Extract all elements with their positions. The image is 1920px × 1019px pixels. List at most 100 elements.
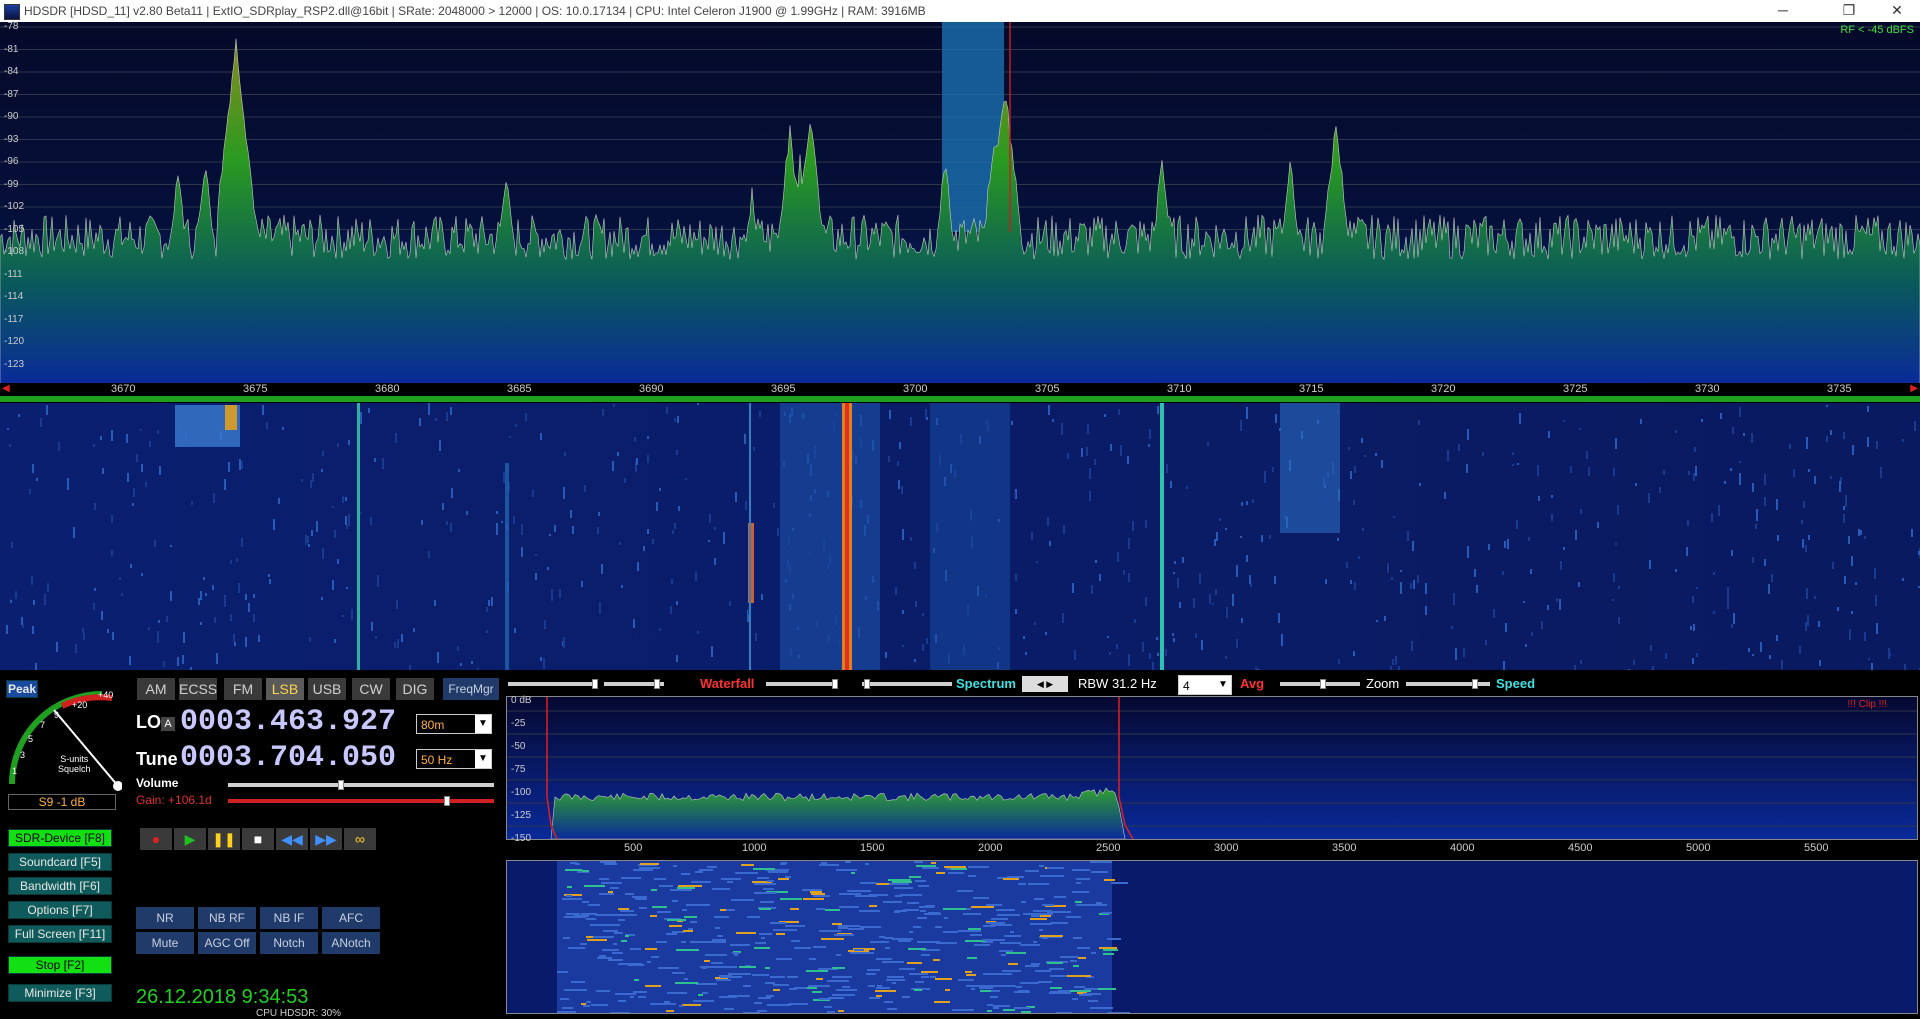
full-screen-button[interactable]: Full Screen [F11] bbox=[8, 925, 112, 943]
waterfall-slider-1[interactable] bbox=[508, 679, 598, 689]
mode-ecss[interactable]: ECSS bbox=[179, 678, 217, 700]
mode-cw[interactable]: CW bbox=[352, 678, 390, 700]
db-tick-label: -87 bbox=[4, 88, 19, 100]
freqmgr-button[interactable]: FreqMgr bbox=[443, 678, 499, 700]
rewind-icon[interactable]: ◀◀ bbox=[276, 828, 308, 850]
meter-tick: 7 bbox=[40, 720, 46, 730]
step-select[interactable]: 50 Hz ▼ bbox=[416, 749, 492, 769]
chevron-down-icon[interactable]: ▼ bbox=[475, 750, 491, 768]
spectrum-slider-1[interactable] bbox=[766, 679, 838, 689]
notch-button[interactable]: Notch bbox=[260, 932, 318, 954]
spectrum-arrows-icon[interactable]: ◀ ▶ bbox=[1022, 676, 1068, 692]
sdr-device-button[interactable]: SDR-Device [F8] bbox=[8, 829, 112, 847]
mode-fm[interactable]: FM bbox=[224, 678, 262, 700]
slider-knob[interactable] bbox=[864, 679, 870, 689]
band-select-value: 80m bbox=[421, 718, 445, 732]
zoom-slider[interactable] bbox=[1280, 679, 1360, 689]
db-tick-label: -84 bbox=[4, 66, 19, 77]
gain-knob[interactable] bbox=[444, 796, 450, 806]
audio-hz-tick: 5500 bbox=[1804, 842, 1829, 854]
bandwidth-button[interactable]: Bandwidth [F6] bbox=[8, 877, 112, 895]
db-tick-label: -105 bbox=[4, 223, 25, 235]
gain-label: Gain: +106.1d bbox=[136, 793, 212, 807]
rf-spectrum[interactable]: -78 -81 -84 -87 -90 -93 -96 -99 -102 -105 -108 -111… bbox=[0, 21, 1920, 385]
stop-icon[interactable]: ■ bbox=[242, 828, 274, 850]
nr-button[interactable]: NR bbox=[136, 907, 194, 929]
audio-spectrum[interactable]: 0 dB -25 -50 -75 -100 -125 -150 !!! Clip !!! bbox=[506, 695, 1918, 844]
rf-waterfall[interactable] bbox=[0, 403, 1920, 670]
volume-knob[interactable] bbox=[338, 780, 344, 790]
zoom-label: Zoom bbox=[1366, 676, 1400, 691]
spectrum-label: Spectrum bbox=[956, 676, 1016, 691]
nb-if-button[interactable]: NB IF bbox=[260, 907, 318, 929]
freq-tick-label: 3705 bbox=[1035, 383, 1060, 395]
spectrum-slider-2[interactable] bbox=[862, 679, 952, 689]
s-meter-reading: S9 -1 dB bbox=[8, 794, 116, 810]
mode-usb[interactable]: USB bbox=[308, 678, 346, 700]
slider-knob[interactable] bbox=[1472, 679, 1478, 689]
restore-button[interactable]: ❐ bbox=[1826, 0, 1872, 22]
chevron-down-icon[interactable]: ▼ bbox=[475, 715, 491, 733]
peak-button[interactable]: Peak bbox=[6, 680, 38, 698]
slider-knob[interactable] bbox=[654, 679, 660, 689]
slider-knob[interactable] bbox=[832, 679, 838, 689]
anotch-button[interactable]: ANotch bbox=[322, 932, 380, 954]
step-select-value: 50 Hz bbox=[421, 753, 453, 767]
avg-select[interactable]: 4 ▼ bbox=[1178, 675, 1232, 695]
freq-tick-label: 3720 bbox=[1431, 383, 1456, 395]
speed-slider[interactable] bbox=[1406, 679, 1490, 689]
squelch-label: S-units Squelch bbox=[58, 754, 91, 774]
agc-button[interactable]: AGC Off bbox=[198, 932, 256, 954]
slider-knob[interactable] bbox=[592, 679, 598, 689]
stop-button[interactable]: Stop [F2] bbox=[8, 956, 112, 974]
audio-waterfall[interactable] bbox=[506, 860, 1918, 1014]
nb-rf-button[interactable]: NB RF bbox=[198, 907, 256, 929]
mode-am[interactable]: AM bbox=[137, 678, 175, 700]
record-icon[interactable]: ● bbox=[140, 828, 172, 850]
band-select[interactable]: 80m ▼ bbox=[416, 714, 492, 734]
lo-frequency[interactable]: 0003.463.927 bbox=[180, 705, 396, 739]
loop-icon[interactable]: ∞ bbox=[344, 828, 376, 850]
chevron-down-icon[interactable]: ▼ bbox=[1215, 676, 1231, 694]
lo-label: LO bbox=[136, 712, 161, 732]
freq-tick-label: 3695 bbox=[771, 383, 796, 395]
minimize-app-button[interactable]: Minimize [F3] bbox=[8, 984, 112, 1002]
db-tick-label: -102 bbox=[4, 201, 25, 212]
tune-frequency[interactable]: 0003.704.050 bbox=[180, 741, 396, 775]
mode-lsb[interactable]: LSB bbox=[266, 678, 304, 700]
options-button[interactable]: Options [F7] bbox=[8, 901, 112, 919]
close-button[interactable]: ✕ bbox=[1874, 0, 1920, 22]
lo-lock-badge[interactable]: A bbox=[161, 717, 175, 731]
audio-hz-tick: 1500 bbox=[860, 842, 885, 854]
scroll-left-icon[interactable]: ◀ bbox=[2, 383, 10, 394]
gain-slider[interactable] bbox=[228, 796, 494, 806]
volume-slider[interactable] bbox=[228, 780, 494, 790]
audio-hz-tick: 2500 bbox=[1096, 842, 1121, 854]
freq-tick-label: 3715 bbox=[1299, 383, 1324, 395]
meter-needle bbox=[53, 709, 119, 787]
afc-button[interactable]: AFC bbox=[322, 907, 380, 929]
play-icon[interactable]: ▶ bbox=[174, 828, 206, 850]
pause-icon[interactable]: ❚❚ bbox=[208, 828, 240, 850]
minimize-button[interactable]: ─ bbox=[1760, 0, 1806, 22]
freq-tick-label: 3730 bbox=[1695, 383, 1720, 395]
waterfall-slider-2[interactable] bbox=[604, 679, 664, 689]
mode-dig[interactable]: DIG bbox=[396, 678, 434, 700]
fast-forward-icon[interactable]: ▶▶ bbox=[310, 828, 342, 850]
mute-button[interactable]: Mute bbox=[136, 932, 194, 954]
clip-indicator: !!! Clip !!! bbox=[1847, 699, 1887, 710]
meter-tick: 5 bbox=[28, 734, 34, 744]
soundcard-button[interactable]: Soundcard [F5] bbox=[8, 853, 112, 871]
db-tick-label: -90 bbox=[4, 111, 19, 122]
tune-label: Tune bbox=[136, 749, 178, 769]
audio-hz-tick: 2000 bbox=[978, 842, 1003, 854]
slider-knob[interactable] bbox=[1320, 679, 1326, 689]
frequency-axis[interactable]: ◀ ▶ 3670 3675 3680 3685 3690 3695 3700 3705 3710… bbox=[0, 383, 1920, 403]
audio-db-tick: -50 bbox=[511, 741, 526, 752]
s-meter: Peak 1 3 5 7 9 +20 +40 S-units Squelch S… bbox=[2, 674, 123, 810]
meter-tick: 1 bbox=[12, 766, 18, 776]
app-icon bbox=[4, 4, 20, 20]
db-tick-label: -81 bbox=[4, 43, 19, 55]
scroll-right-icon[interactable]: ▶ bbox=[1910, 383, 1918, 394]
db-tick-label: -114 bbox=[4, 291, 24, 302]
